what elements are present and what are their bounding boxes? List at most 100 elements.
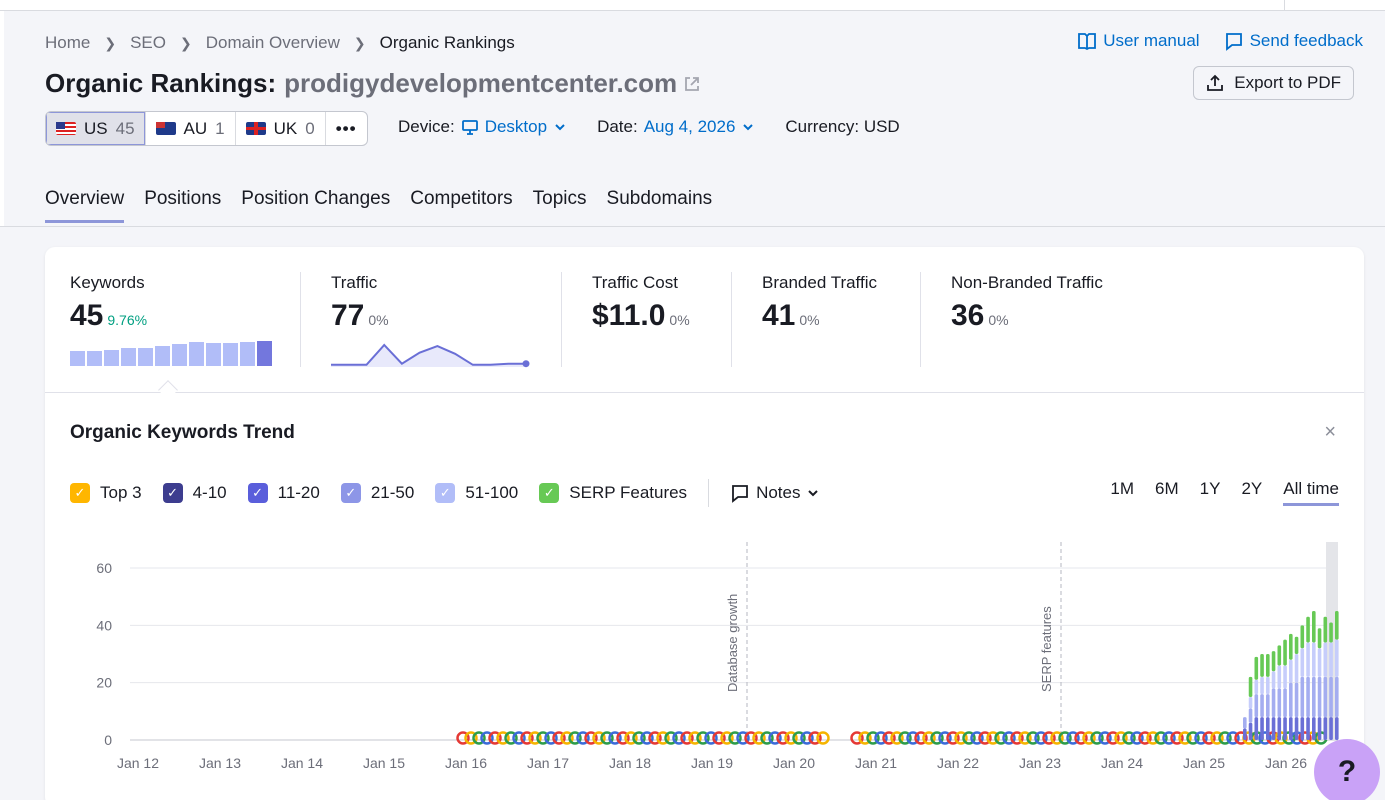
bar-segment[interactable] [1260, 694, 1264, 718]
send-feedback-link[interactable]: Send feedback [1224, 31, 1363, 51]
device-filter[interactable]: Device: Desktop [398, 117, 567, 137]
tab-positions[interactable]: Positions [144, 188, 221, 223]
bar-segment[interactable] [1323, 642, 1328, 677]
legend-51-100[interactable]: ✓ 51-100 [435, 483, 518, 503]
bar-segment[interactable] [1294, 654, 1299, 683]
bar-segment[interactable] [1289, 659, 1293, 683]
tab-competitors[interactable]: Competitors [410, 188, 512, 223]
range-all-time[interactable]: All time [1283, 479, 1339, 506]
bar-segment[interactable] [1317, 648, 1322, 677]
bar-segment[interactable] [1283, 665, 1287, 689]
bar-segment[interactable] [1266, 694, 1270, 718]
bar-segment[interactable] [1300, 625, 1305, 649]
legend-21-50[interactable]: ✓ 21-50 [340, 483, 414, 503]
bar-segment[interactable] [1335, 676, 1339, 718]
range-1m[interactable]: 1M [1110, 479, 1134, 506]
bar-segment[interactable] [1289, 682, 1293, 718]
bar-segment[interactable] [1260, 654, 1264, 677]
bar-segment[interactable] [1294, 636, 1299, 654]
bar-segment[interactable] [1335, 639, 1339, 677]
bar-segment[interactable] [1329, 642, 1333, 677]
bar-segment[interactable] [1243, 717, 1247, 729]
database-au[interactable]: AU 1 [146, 112, 236, 145]
bar-segment[interactable] [1289, 633, 1293, 660]
bar-segment[interactable] [1306, 676, 1310, 718]
bar-segment[interactable] [1317, 717, 1322, 740]
bar-segment[interactable] [1329, 676, 1333, 718]
bar-segment[interactable] [1283, 688, 1287, 718]
bar-segment[interactable] [1283, 639, 1287, 666]
bar-segment[interactable] [1300, 676, 1305, 718]
bar-segment[interactable] [1329, 622, 1333, 643]
bar-segment[interactable] [1266, 717, 1270, 740]
tab-overview[interactable]: Overview [45, 188, 125, 223]
metric-traffic-cost[interactable]: Traffic Cost $11.0 0% [592, 273, 690, 333]
bar-segment[interactable] [1312, 717, 1316, 740]
bar-segment[interactable] [1300, 717, 1305, 740]
tab-position-changes[interactable]: Position Changes [241, 188, 390, 223]
bar-segment[interactable] [1277, 688, 1282, 718]
bar-segment[interactable] [1306, 717, 1310, 740]
legend-top3[interactable]: ✓ Top 3 [70, 483, 142, 503]
bar-segment[interactable] [1271, 651, 1276, 672]
bar-segment[interactable] [1323, 717, 1328, 740]
bar-segment[interactable] [1335, 611, 1339, 640]
breadcrumb-home[interactable]: Home [45, 33, 90, 53]
bar-segment[interactable] [1248, 708, 1253, 723]
metric-branded-traffic[interactable]: Branded Traffic 41 0% [762, 273, 877, 333]
bar-segment[interactable] [1277, 645, 1282, 666]
database-us[interactable]: US 45 [46, 112, 146, 145]
bar-segment[interactable] [1243, 728, 1247, 740]
tab-topics[interactable]: Topics [533, 188, 587, 223]
range-1y[interactable]: 1Y [1200, 479, 1221, 506]
metric-traffic[interactable]: Traffic 77 0% [331, 273, 389, 333]
breadcrumb-domain-overview[interactable]: Domain Overview [206, 33, 340, 53]
bar-segment[interactable] [1317, 676, 1322, 718]
bar-segment[interactable] [1254, 717, 1259, 740]
bar-segment[interactable] [1248, 722, 1253, 740]
bar-segment[interactable] [1317, 628, 1322, 649]
external-link-icon[interactable] [683, 75, 701, 93]
close-icon[interactable]: × [1324, 421, 1336, 444]
bar-segment[interactable] [1277, 665, 1282, 689]
range-6m[interactable]: 6M [1155, 479, 1179, 506]
bar-segment[interactable] [1323, 616, 1328, 643]
bar-segment[interactable] [1306, 616, 1310, 643]
bar-segment[interactable] [1329, 717, 1333, 740]
bar-segment[interactable] [1248, 697, 1253, 709]
bar-segment[interactable] [1300, 648, 1305, 677]
bar-segment[interactable] [1266, 654, 1270, 677]
notes-dropdown[interactable]: Notes [730, 483, 820, 503]
database-uk[interactable]: UK 0 [236, 112, 326, 145]
date-filter[interactable]: Date: Aug 4, 2026 [597, 117, 755, 137]
bar-segment[interactable] [1248, 676, 1253, 697]
bar-segment[interactable] [1283, 717, 1287, 740]
bar-segment[interactable] [1254, 656, 1259, 680]
bar-segment[interactable] [1260, 676, 1264, 695]
bar-segment[interactable] [1294, 717, 1299, 740]
metric-non-branded-traffic[interactable]: Non-Branded Traffic 36 0% [951, 273, 1103, 333]
export-pdf-button[interactable]: Export to PDF [1193, 66, 1354, 100]
bar-segment[interactable] [1294, 682, 1299, 718]
tab-subdomains[interactable]: Subdomains [607, 188, 713, 223]
bar-segment[interactable] [1312, 611, 1316, 643]
more-databases-button[interactable]: ••• [326, 112, 367, 145]
bar-segment[interactable] [1277, 717, 1282, 740]
bar-segment[interactable] [1312, 642, 1316, 677]
range-2y[interactable]: 2Y [1241, 479, 1262, 506]
user-manual-link[interactable]: User manual [1077, 31, 1200, 51]
bar-segment[interactable] [1306, 642, 1310, 677]
legend-4-10[interactable]: ✓ 4-10 [162, 483, 227, 503]
legend-11-20[interactable]: ✓ 11-20 [247, 483, 320, 503]
bar-segment[interactable] [1335, 717, 1339, 740]
legend-serp-features[interactable]: ✓ SERP Features [539, 483, 687, 503]
page-title-domain[interactable]: prodigydevelopmentcenter.com [284, 68, 677, 99]
help-button[interactable]: ? [1314, 739, 1380, 800]
bar-segment[interactable] [1260, 717, 1264, 740]
bar-segment[interactable] [1254, 679, 1259, 695]
bar-segment[interactable] [1254, 694, 1259, 718]
bar-segment[interactable] [1289, 717, 1293, 740]
breadcrumb-seo[interactable]: SEO [130, 33, 166, 53]
metric-keywords[interactable]: Keywords 45 9.76% [70, 273, 147, 333]
bar-segment[interactable] [1271, 688, 1276, 718]
